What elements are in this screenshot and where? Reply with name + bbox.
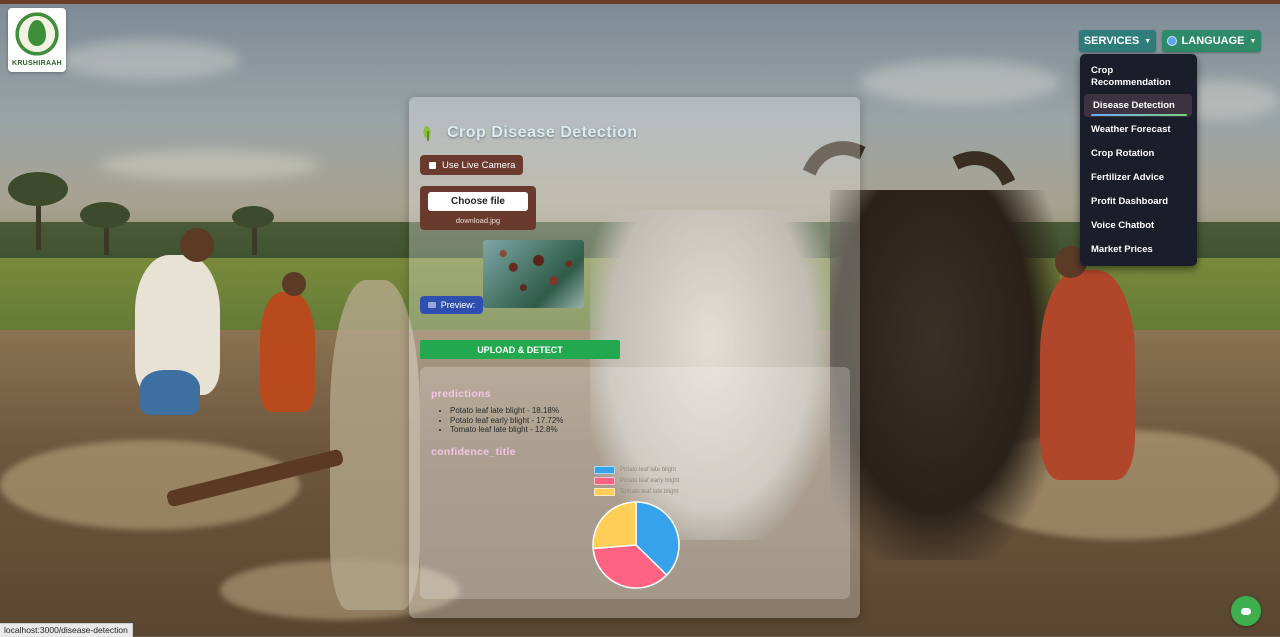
predictions-list: Potato leaf late blight - 18.18% Potato … <box>450 406 563 435</box>
leaf-preview-image <box>483 240 584 308</box>
menu-item-voice-chatbot[interactable]: Voice Chatbot <box>1091 220 1154 232</box>
brand-logo[interactable]: KRUSHIRAAH <box>8 8 66 72</box>
legend-item[interactable]: Potato leaf early blight <box>594 476 704 486</box>
caret-down-icon: ▼ <box>1249 37 1257 45</box>
chat-bubble-icon <box>1241 607 1251 615</box>
legend-item[interactable]: Tomato leaf late blight <box>594 487 704 497</box>
pie-slice-3[interactable] <box>592 501 637 550</box>
file-upload-box: Choose file download.jpg <box>420 186 536 230</box>
language-button[interactable]: LANGUAGE ▼ <box>1162 30 1261 52</box>
farmer-head <box>282 272 306 296</box>
legend-item[interactable]: Potato leaf late blight <box>594 465 704 475</box>
choose-file-button[interactable]: Choose file <box>428 192 528 211</box>
leaf-icon <box>28 20 46 46</box>
camera-label: Use Live Camera <box>442 159 516 171</box>
palm-tree <box>80 202 130 228</box>
top-border <box>0 0 1280 4</box>
active-underline <box>1091 114 1187 116</box>
image-icon <box>427 302 436 308</box>
prediction-item: Potato leaf early blight - 17.72% <box>450 416 563 426</box>
farmer <box>260 292 315 412</box>
services-label: SERVICES <box>1083 35 1140 47</box>
page-title-text: Crop Disease Detection <box>447 124 638 141</box>
upload-detect-button[interactable]: UPLOAD & DETECT <box>420 340 620 359</box>
brand-name: KRUSHIRAAH <box>11 60 63 67</box>
farmer <box>1040 270 1135 480</box>
menu-item-weather-forecast[interactable]: Weather Forecast <box>1091 124 1171 136</box>
globe-icon <box>1166 36 1177 46</box>
selected-file-name: download.jpg <box>455 216 501 225</box>
menu-item-crop-recommendation[interactable]: Crop Recommendation <box>1091 65 1181 89</box>
seedling-icon <box>421 126 435 141</box>
legend-label: Potato leaf late blight <box>620 467 677 473</box>
palm-tree <box>232 206 274 228</box>
chatbot-button[interactable] <box>1231 596 1261 626</box>
farmer-head <box>180 228 214 262</box>
menu-item-fertilizer-advice[interactable]: Fertilizer Advice <box>1091 172 1164 184</box>
services-button[interactable]: SERVICES ▼ <box>1079 30 1156 52</box>
page-title: Crop Disease Detection <box>421 124 638 142</box>
preview-text: Preview: <box>440 300 476 310</box>
palm-tree <box>8 172 68 206</box>
camera-checkbox[interactable] <box>429 161 436 169</box>
legend-swatch <box>594 488 615 496</box>
results-card: predictions Potato leaf late blight - 18… <box>420 367 850 599</box>
legend-swatch <box>594 477 615 485</box>
menu-item-market-prices[interactable]: Market Prices <box>1091 244 1153 256</box>
legend-swatch <box>594 466 615 474</box>
predictions-heading: predictions <box>431 388 491 400</box>
language-label: LANGUAGE <box>1181 35 1245 47</box>
cloud <box>60 40 240 80</box>
services-dropdown: Crop Recommendation Disease Detection We… <box>1080 54 1197 266</box>
confidence-pie-chart <box>592 501 680 589</box>
menu-item-profit-dashboard[interactable]: Profit Dashboard <box>1091 196 1168 208</box>
legend-label: Tomato leaf late blight <box>620 489 679 495</box>
cloud <box>860 60 1060 105</box>
prediction-item: Tomato leaf late blight - 12.8% <box>450 425 563 435</box>
prediction-item: Potato leaf late blight - 18.18% <box>450 406 563 416</box>
live-camera-toggle[interactable]: Use Live Camera <box>420 155 523 175</box>
farmer <box>140 370 200 415</box>
preview-label: Preview: <box>420 296 483 314</box>
menu-item-disease-detection[interactable]: Disease Detection <box>1093 100 1175 112</box>
cloud <box>100 150 320 180</box>
menu-item-crop-rotation[interactable]: Crop Rotation <box>1091 148 1154 160</box>
farmer <box>330 280 420 610</box>
legend-label: Potato leaf early blight <box>620 478 680 484</box>
status-bar-url: localhost:3000/disease-detection <box>0 623 133 637</box>
caret-down-icon: ▼ <box>1144 37 1152 45</box>
confidence-heading: confidence_title <box>431 446 516 458</box>
